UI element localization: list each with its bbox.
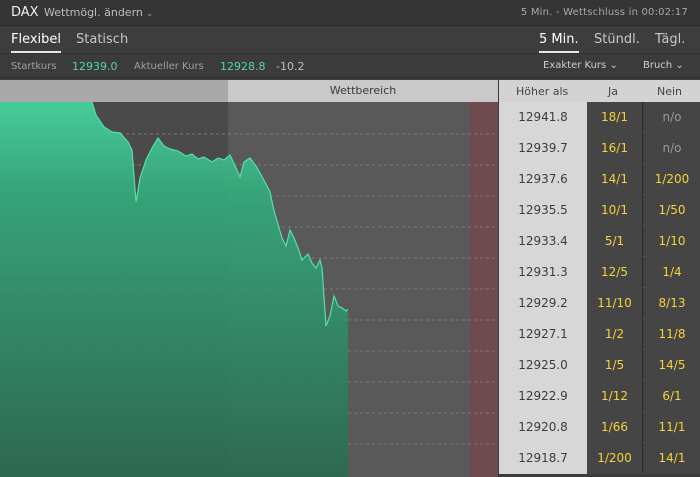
table-row: 12918.7 1/200 14/1 [499,443,700,474]
yes-odds-button[interactable]: 1/200 [587,443,643,474]
exact-price-dropdown[interactable]: Exakter Kurs ⌄ [543,60,618,71]
strike-price: 12918.7 [499,443,587,474]
change-market-label: Wettmögl. ändern [44,6,143,19]
yes-odds-button[interactable]: 11/10 [587,288,643,319]
price-chart-svg [0,80,498,477]
chevron-down-icon: ⌄ [609,60,618,71]
strike-price: 12937.6 [499,164,587,195]
table-row: 12929.2 11/10 8/13 [499,288,700,319]
table-row: 12931.3 12/5 1/4 [499,257,700,288]
yes-odds-button[interactable]: 16/1 [587,133,643,164]
start-price-value: 12939.0 [72,60,118,73]
top-bar: DAX Wettmögl. ändern ⌄ 5 Min. - Wettschlu… [0,0,700,26]
no-odds-button[interactable]: 14/1 [644,443,700,474]
closing-zone [470,80,498,477]
no-odds-button[interactable]: 8/13 [644,288,700,319]
tab-statisch[interactable]: Statisch [76,32,128,51]
yes-odds-button[interactable]: 10/1 [587,195,643,226]
yes-odds-button[interactable]: 1/66 [587,412,643,443]
no-odds-button[interactable]: 14/5 [644,350,700,381]
table-row: 12927.1 1/2 11/8 [499,319,700,350]
no-odds-button[interactable]: 1/200 [644,164,700,195]
tab-hourly[interactable]: Stündl. [594,32,640,51]
tab-flexibel[interactable]: Flexibel [11,32,62,53]
exact-price-label: Exakter Kurs [543,60,607,71]
yes-odds-button[interactable]: 1/5 [587,350,643,381]
odds-format-label: Bruch [643,60,673,71]
table-row: 12941.8 18/1 n/o [499,102,700,133]
table-row: 12933.4 5/1 1/10 [499,226,700,257]
tab-daily[interactable]: Tägl. [655,32,685,51]
no-odds-button[interactable]: 6/1 [644,381,700,412]
table-row: 12937.6 14/1 1/200 [499,164,700,195]
col-price-header: Höher als [516,85,569,98]
strike-price: 12929.2 [499,288,587,319]
strike-price: 12922.9 [499,381,587,412]
no-odds-button[interactable]: n/o [644,133,700,164]
no-odds-button[interactable]: 11/8 [644,319,700,350]
chevron-down-icon: ⌄ [675,60,684,71]
table-row: 12925.0 1/5 14/5 [499,350,700,381]
col-yes-header: Ja [608,85,618,98]
yes-odds-button[interactable]: 12/5 [587,257,643,288]
yes-odds-button[interactable]: 1/12 [587,381,643,412]
tab-5-min[interactable]: 5 Min. [539,32,579,53]
strike-price: 12939.7 [499,133,587,164]
col-no-header: Nein [657,85,683,98]
yes-odds-button[interactable]: 5/1 [587,226,643,257]
current-price-value: 12928.8 [220,60,266,73]
no-odds-button[interactable]: n/o [644,102,700,133]
no-odds-button[interactable]: 11/1 [644,412,700,443]
table-row: 12939.7 16/1 n/o [499,133,700,164]
no-odds-button[interactable]: 1/10 [644,226,700,257]
yes-odds-button[interactable]: 14/1 [587,164,643,195]
odds-format-dropdown[interactable]: Bruch ⌄ [643,60,684,71]
start-price-label: Startkurs [11,61,57,72]
bet-range-label: Wettbereich [228,80,498,102]
strike-price: 12941.8 [499,102,587,133]
chart-header-history [0,80,228,102]
no-odds-button[interactable]: 1/50 [644,195,700,226]
strike-price: 12935.5 [499,195,587,226]
no-odds-button[interactable]: 1/4 [644,257,700,288]
strike-price: 12933.4 [499,226,587,257]
chevron-down-icon: ⌄ [145,9,154,19]
table-row: 12920.8 1/66 11/1 [499,412,700,443]
chart-header: Wettbereich [0,80,498,102]
yes-odds-button[interactable]: 18/1 [587,102,643,133]
table-row: 12935.5 10/1 1/50 [499,195,700,226]
change-market-dropdown[interactable]: Wettmögl. ändern ⌄ [44,6,153,19]
expiry-countdown: 5 Min. - Wettschluss in 00:02:17 [520,7,688,18]
table-row: 12922.9 1/12 6/1 [499,381,700,412]
tab-bar: Flexibel Statisch 5 Min. Stündl. Tägl. [0,26,700,54]
price-info-bar: Startkurs 12939.0 Aktueller Kurs 12928.8… [0,54,700,78]
odds-table-header: Höher als Ja Nein [499,80,700,102]
strike-price: 12925.0 [499,350,587,381]
price-difference: -10.2 [276,60,305,73]
strike-price: 12927.1 [499,319,587,350]
current-price-label: Aktueller Kurs [134,61,204,72]
strike-price: 12920.8 [499,412,587,443]
instrument-name: DAX [11,5,39,20]
price-chart [0,80,498,477]
strike-price: 12931.3 [499,257,587,288]
yes-odds-button[interactable]: 1/2 [587,319,643,350]
